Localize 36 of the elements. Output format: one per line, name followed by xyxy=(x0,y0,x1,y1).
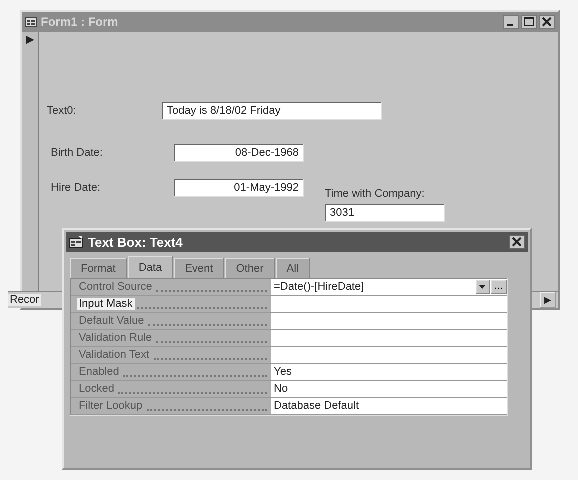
properties-icon xyxy=(69,236,83,248)
next-record-button[interactable]: ▶ xyxy=(540,292,556,308)
text-field[interactable]: Today is 8/18/02 Friday xyxy=(162,102,382,120)
close-icon[interactable] xyxy=(539,15,555,29)
tab[interactable]: All xyxy=(276,258,310,278)
property-value-field[interactable]: No xyxy=(271,381,507,397)
caret-icon xyxy=(479,285,486,289)
text-field[interactable]: 01-May-1992 xyxy=(174,179,304,197)
dropdown-button[interactable] xyxy=(476,280,490,294)
minimize-icon[interactable] xyxy=(503,15,519,29)
form-icon xyxy=(25,17,37,27)
window-title: Text Box: Text4 xyxy=(88,234,184,250)
field-label: Birth Date: xyxy=(50,147,104,159)
maximize-icon[interactable] xyxy=(521,15,537,29)
tab[interactable]: Other xyxy=(225,258,275,278)
property-value-field[interactable] xyxy=(271,347,507,363)
record-label: Recor xyxy=(8,294,42,306)
close-icon[interactable] xyxy=(509,235,525,249)
window-title: Form1 : Form xyxy=(41,15,120,29)
property-value-field[interactable]: Database Default xyxy=(271,398,507,414)
field-label: Text0: xyxy=(47,105,78,117)
text-field[interactable]: 08-Dec-1968 xyxy=(174,144,304,162)
tab[interactable]: Event xyxy=(174,258,224,278)
field-label: Time with Company: xyxy=(325,188,426,200)
record-selector[interactable]: ▶ xyxy=(26,32,34,48)
property-value-field[interactable] xyxy=(271,330,507,346)
text-field[interactable]: 3031 xyxy=(325,204,445,222)
property-value-field[interactable] xyxy=(271,296,507,312)
property-value-field[interactable] xyxy=(271,313,507,329)
property-value-field[interactable]: =Date()-[HireDate] ... xyxy=(271,279,507,295)
tab[interactable]: Format xyxy=(70,258,127,278)
property-value-field[interactable]: Yes xyxy=(271,364,507,380)
property-name[interactable]: Input Mask xyxy=(77,298,135,310)
builder-button[interactable]: ... xyxy=(490,280,507,294)
field-label: Hire Date: xyxy=(50,182,102,194)
tab[interactable]: Data xyxy=(128,256,174,278)
